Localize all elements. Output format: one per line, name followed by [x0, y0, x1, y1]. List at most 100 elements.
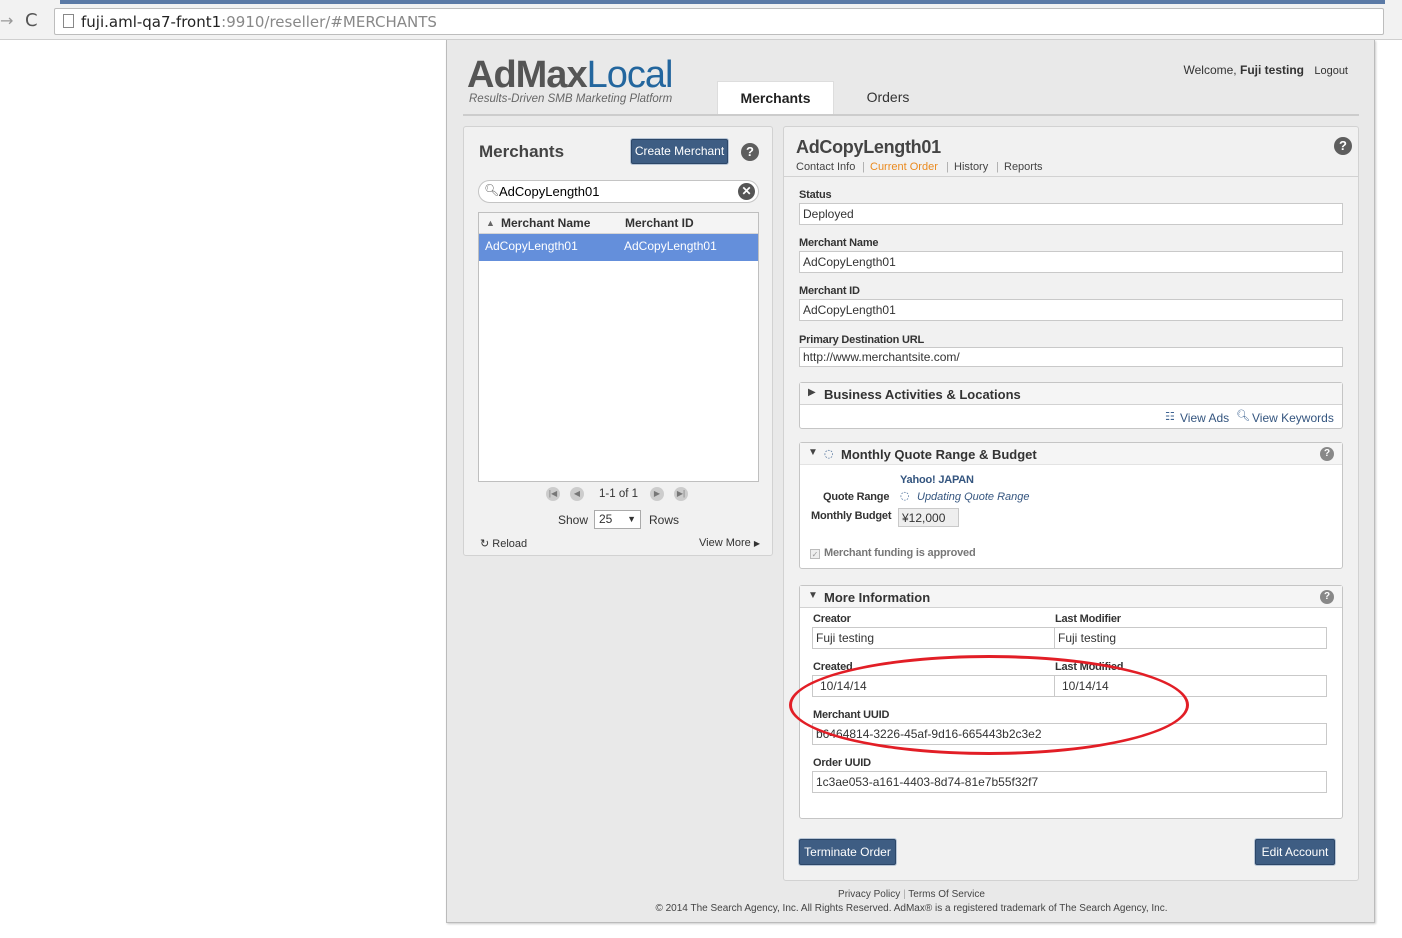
browser-toolbar: → C fuji.aml-qa7-front1:9910/reseller/#M… — [0, 0, 1402, 40]
collapse-arrow-icon: ▼ — [808, 590, 818, 601]
forward-arrow-icon[interactable]: → — [0, 11, 13, 30]
logo-admax: AdMax — [467, 54, 588, 96]
column-merchant-id[interactable]: Merchant ID — [625, 216, 694, 230]
show-label: Show — [558, 513, 589, 527]
search-icon: 🔍︎ — [484, 183, 500, 197]
business-activities-header[interactable]: ▶ Business Activities & Locations — [800, 383, 1342, 405]
destination-url-field: http://www.merchantsite.com/ — [799, 347, 1343, 367]
subnav-divider — [784, 176, 1358, 177]
tab-merchants[interactable]: Merchants — [717, 81, 834, 114]
monthly-budget-label: Monthly Budget — [811, 510, 892, 522]
subnav-history[interactable]: History — [954, 161, 988, 173]
copyright-text: © 2014 The Search Agency, Inc. All Right… — [655, 903, 1168, 914]
destination-url-label: Primary Destination URL — [799, 334, 924, 346]
header-divider — [463, 114, 1359, 116]
view-ads-link[interactable]: View Ads — [1180, 411, 1229, 425]
merchant-detail-panel: AdCopyLength01 ? Contact Info | Current … — [783, 126, 1359, 881]
rows-per-page-value: 25 — [599, 512, 613, 526]
rows-per-page-select[interactable]: 25 ▼ — [594, 510, 641, 529]
help-icon[interactable]: ? — [1334, 137, 1352, 155]
provider-name: Yahoo! JAPAN — [900, 474, 974, 486]
footer-links: Privacy Policy | Terms Of Service — [447, 889, 1376, 900]
business-activities-section: ▶ Business Activities & Locations ☷ View… — [799, 382, 1343, 429]
quote-range-label: Quote Range — [823, 491, 890, 503]
next-page-icon[interactable]: ▶ — [650, 487, 664, 501]
loading-spinner-icon: ◌ — [824, 447, 834, 460]
sort-asc-icon[interactable]: ▲ — [486, 218, 495, 228]
status-field: Deployed — [799, 203, 1343, 225]
subnav-separator: | — [996, 161, 999, 173]
table-row[interactable]: AdCopyLength01 AdCopyLength01 — [479, 234, 758, 261]
search-input[interactable] — [499, 183, 729, 200]
browser-tab-strip — [60, 0, 1385, 4]
more-information-title: More Information — [824, 590, 931, 605]
view-more-link[interactable]: View More ▶ — [699, 537, 760, 549]
annotation-circle — [789, 655, 1189, 755]
pagination: |◀ ◀ 1-1 of 1 ▶ ▶| — [464, 487, 774, 503]
funding-approved-label: Merchant funding is approved — [824, 547, 976, 559]
url-text[interactable]: fuji.aml-qa7-front1:9910/reseller/#MERCH… — [81, 13, 437, 31]
reload-link[interactable]: ↻ Reload — [480, 537, 527, 550]
clear-search-icon[interactable]: ✕ — [738, 183, 755, 200]
view-more-label: View More — [699, 537, 751, 549]
more-information-header[interactable]: ▼ More Information ? — [800, 586, 1342, 608]
merchants-panel-title: Merchants — [479, 142, 565, 161]
browser-reload-icon[interactable]: C — [25, 10, 38, 31]
create-merchant-button[interactable]: Create Merchant — [631, 139, 728, 164]
last-modifier-field: Fuji testing — [1054, 627, 1327, 649]
view-keywords-link[interactable]: View Keywords — [1252, 411, 1334, 425]
magnifier-icon: 🔍︎ — [1236, 409, 1250, 422]
welcome-prefix: Welcome, — [1183, 63, 1237, 77]
grid-header: ▲ Merchant Name Merchant ID — [479, 213, 758, 234]
merchant-search[interactable]: 🔍︎ ✕ — [478, 180, 759, 203]
subnav-separator: | — [946, 161, 949, 173]
merchant-name-field: AdCopyLength01 — [799, 251, 1343, 273]
subnav-contact-info[interactable]: Contact Info — [796, 161, 855, 173]
chevron-right-icon: ▶ — [753, 539, 760, 548]
creator-field: Fuji testing — [812, 627, 1055, 649]
subnav-current-order[interactable]: Current Order — [870, 161, 938, 173]
cell-merchant-id: AdCopyLength01 — [624, 239, 717, 253]
subnav-reports[interactable]: Reports — [1004, 161, 1043, 173]
last-modifier-label: Last Modifier — [1055, 613, 1121, 625]
edit-account-button[interactable]: Edit Account — [1255, 839, 1335, 865]
order-uuid-field: 1c3ae053-a161-4403-8d74-81e7b55f32f7 — [812, 771, 1327, 793]
first-page-icon[interactable]: |◀ — [546, 487, 560, 501]
prev-page-icon[interactable]: ◀ — [570, 487, 584, 501]
list-icon: ☷ — [1165, 410, 1175, 423]
merchants-panel: Merchants Create Merchant ? 🔍︎ ✕ ▲ Merch… — [463, 126, 773, 556]
help-icon[interactable]: ? — [1320, 590, 1334, 604]
cell-merchant-name: AdCopyLength01 — [485, 239, 578, 253]
business-activities-title: Business Activities & Locations — [824, 387, 1021, 402]
help-icon[interactable]: ? — [741, 143, 759, 161]
merchant-title: AdCopyLength01 — [796, 137, 941, 157]
help-icon[interactable]: ? — [1320, 447, 1334, 461]
logo-tagline: Results-Driven SMB Marketing Platform — [469, 93, 673, 105]
url-path: :9910/reseller/#MERCHANTS — [221, 13, 437, 31]
terminate-order-button[interactable]: Terminate Order — [799, 839, 896, 865]
logout-link[interactable]: Logout — [1314, 65, 1348, 77]
order-uuid-label: Order UUID — [813, 757, 871, 769]
merchant-name-label: Merchant Name — [799, 237, 879, 249]
collapse-arrow-icon: ▼ — [808, 447, 818, 458]
url-host: fuji.aml-qa7-front1 — [81, 13, 222, 31]
rows-label: Rows — [649, 513, 680, 527]
address-bar[interactable]: fuji.aml-qa7-front1:9910/reseller/#MERCH… — [54, 8, 1384, 35]
tab-orders[interactable]: Orders — [843, 81, 933, 114]
monthly-budget-field: ¥12,000 — [898, 508, 959, 527]
admax-local-logo[interactable]: AdMaxLocal Results-Driven SMB Marketing … — [467, 54, 674, 105]
merchant-id-label: Merchant ID — [799, 285, 860, 297]
creator-label: Creator — [813, 613, 851, 625]
quote-range-title: Monthly Quote Range & Budget — [841, 447, 1037, 462]
quote-range-header[interactable]: ▼ ◌ Monthly Quote Range & Budget ? — [800, 443, 1342, 465]
last-page-icon[interactable]: ▶| — [674, 487, 688, 501]
terms-of-service-link[interactable]: Terms Of Service — [908, 889, 985, 900]
welcome-message: Welcome, Fuji testing — [1184, 63, 1304, 77]
subnav-separator: | — [862, 161, 865, 173]
logo-local: Local — [586, 54, 674, 96]
user-name: Fuji testing — [1240, 63, 1304, 77]
funding-approved-checkbox: ✓ — [810, 549, 820, 559]
chevron-down-icon: ▼ — [627, 514, 636, 524]
column-merchant-name[interactable]: Merchant Name — [501, 216, 590, 230]
privacy-policy-link[interactable]: Privacy Policy — [838, 889, 900, 900]
